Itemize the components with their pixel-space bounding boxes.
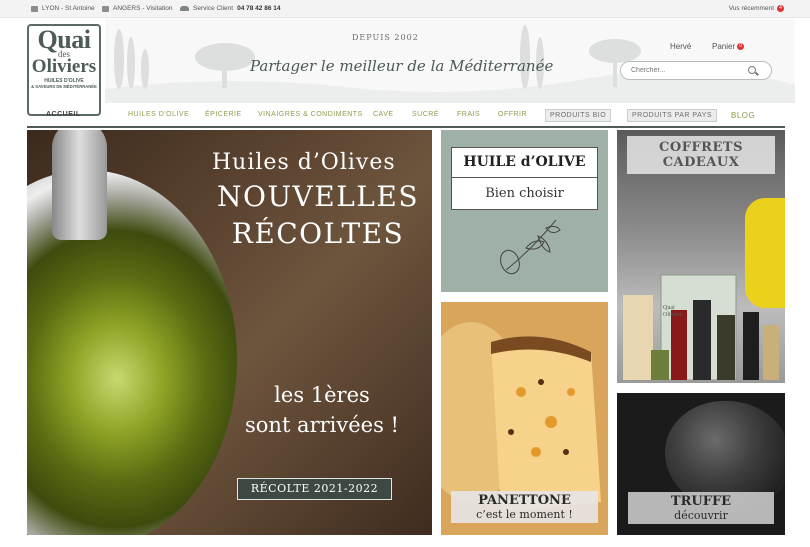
coffrets-line2: CADEAUX	[662, 155, 740, 170]
user-account-link[interactable]: Hervé	[670, 42, 691, 51]
banner-truffe[interactable]: TRUFFE découvrir	[617, 393, 785, 535]
olive-branch-icon	[500, 219, 561, 275]
store-angers-label: ANGERS - Visitation	[113, 5, 173, 12]
site-logo[interactable]: Quai des Oliviers HUILES D'OLIVE & SAVEU…	[27, 24, 101, 116]
banner-main-line1: Huiles d’Olives	[212, 150, 396, 175]
truffe-subtitle: découvrir	[674, 509, 728, 522]
recent-label: Vus récemment	[728, 5, 774, 12]
nav-produits-bio[interactable]: PRODUITS BIO	[545, 109, 612, 122]
store-icon	[102, 5, 109, 12]
coffrets-label: COFFRETS CADEAUX	[627, 136, 775, 174]
nav-sucre[interactable]: SUCRÉ	[412, 111, 439, 118]
recent-count-badge: 4	[777, 5, 784, 12]
huile-title: HUILE d’OLIVE	[451, 147, 598, 178]
store-angers-link[interactable]: ANGERS - Visitation	[102, 5, 172, 12]
nav-blog[interactable]: BLOG	[731, 111, 755, 120]
panettone-subtitle: c’est le moment !	[476, 508, 573, 521]
spoon-handle-image	[52, 130, 107, 240]
nav-offrir[interactable]: OFFRIR	[498, 111, 527, 118]
top-bar: LYON - St Antoine ANGERS - Visitation Se…	[0, 0, 810, 18]
banner-main-headline: NOUVELLES RÉCOLTES	[213, 178, 423, 252]
tagline: Partager le meilleur de la Méditerranée	[250, 57, 554, 75]
huile-subtitle: Bien choisir	[451, 177, 598, 210]
cart-count-badge: 0	[737, 43, 745, 50]
banner-main-line4: les 1ères	[274, 383, 370, 407]
store-icon	[31, 5, 38, 12]
store-lyon-link[interactable]: LYON - St Antoine	[31, 5, 95, 12]
banner-main-line5: sont arrivées !	[245, 413, 399, 437]
banner-panettone[interactable]: PANETTONE c’est le moment !	[441, 302, 608, 535]
panettone-title: PANETTONE	[478, 493, 571, 508]
nav-produits-par-pays[interactable]: PRODUITS PAR PAYS	[627, 109, 718, 122]
banner-nouvelles-recoltes[interactable]: Huiles d’Olives NOUVELLES RÉCOLTES les 1…	[27, 130, 432, 535]
cart-link[interactable]: Panier 0	[712, 42, 745, 51]
nav-accueil[interactable]: ACCUEIL	[46, 111, 81, 118]
service-label: Service Client	[193, 5, 234, 12]
service-phone: 04 78 42 86 14	[237, 5, 281, 12]
nav-divider	[27, 126, 785, 128]
phone-icon	[180, 6, 189, 11]
recently-viewed-link[interactable]: Vus récemment 4	[729, 5, 784, 12]
logo-line3: Oliviers	[31, 56, 97, 77]
banner-coffrets-cadeaux[interactable]: Quai Oliviers COFFRETS CADEAUX	[617, 130, 785, 383]
gift-box-label: Quai Oliviers	[663, 305, 683, 318]
truffe-title: TRUFFE	[670, 494, 732, 509]
banner-huile-olive[interactable]: HUILE d’OLIVE Bien choisir	[441, 130, 608, 292]
nav-huiles-olive[interactable]: HUILES D'OLIVE	[128, 111, 189, 118]
panettone-label: PANETTONE c’est le moment !	[451, 491, 598, 523]
nav-vinaigres-condiments[interactable]: VINAIGRES & CONDIMENTS	[258, 111, 363, 118]
recolte-badge: RÉCOLTE 2021-2022	[237, 478, 392, 500]
logo-line5: & SAVEURS DE MÉDITERRANÉE	[31, 84, 97, 89]
banner-main-line3: RÉCOLTES	[231, 217, 405, 250]
truffe-label: TRUFFE découvrir	[628, 492, 774, 524]
nav-cave[interactable]: CAVE	[373, 111, 394, 118]
coffrets-line1: COFFRETS	[659, 140, 743, 155]
banner-main-sub: les 1ères sont arrivées !	[217, 380, 427, 440]
service-client[interactable]: Service Client 04 78 42 86 14	[180, 5, 280, 12]
since-text: DEPUIS 2002	[352, 33, 419, 42]
nav-epicerie[interactable]: ÉPICERIE	[205, 111, 242, 118]
nav-frais[interactable]: FRAIS	[457, 111, 480, 118]
store-lyon-label: LYON - St Antoine	[42, 5, 95, 12]
banner-main-line2: NOUVELLES	[216, 180, 420, 213]
main-nav: ACCUEIL HUILES D'OLIVE ÉPICERIE VINAIGRE…	[27, 106, 785, 126]
gift-box-image	[623, 274, 779, 380]
cart-label: Panier	[712, 42, 736, 51]
header: Quai des Oliviers HUILES D'OLIVE & SAVEU…	[0, 19, 810, 116]
search-icon[interactable]	[748, 66, 756, 74]
